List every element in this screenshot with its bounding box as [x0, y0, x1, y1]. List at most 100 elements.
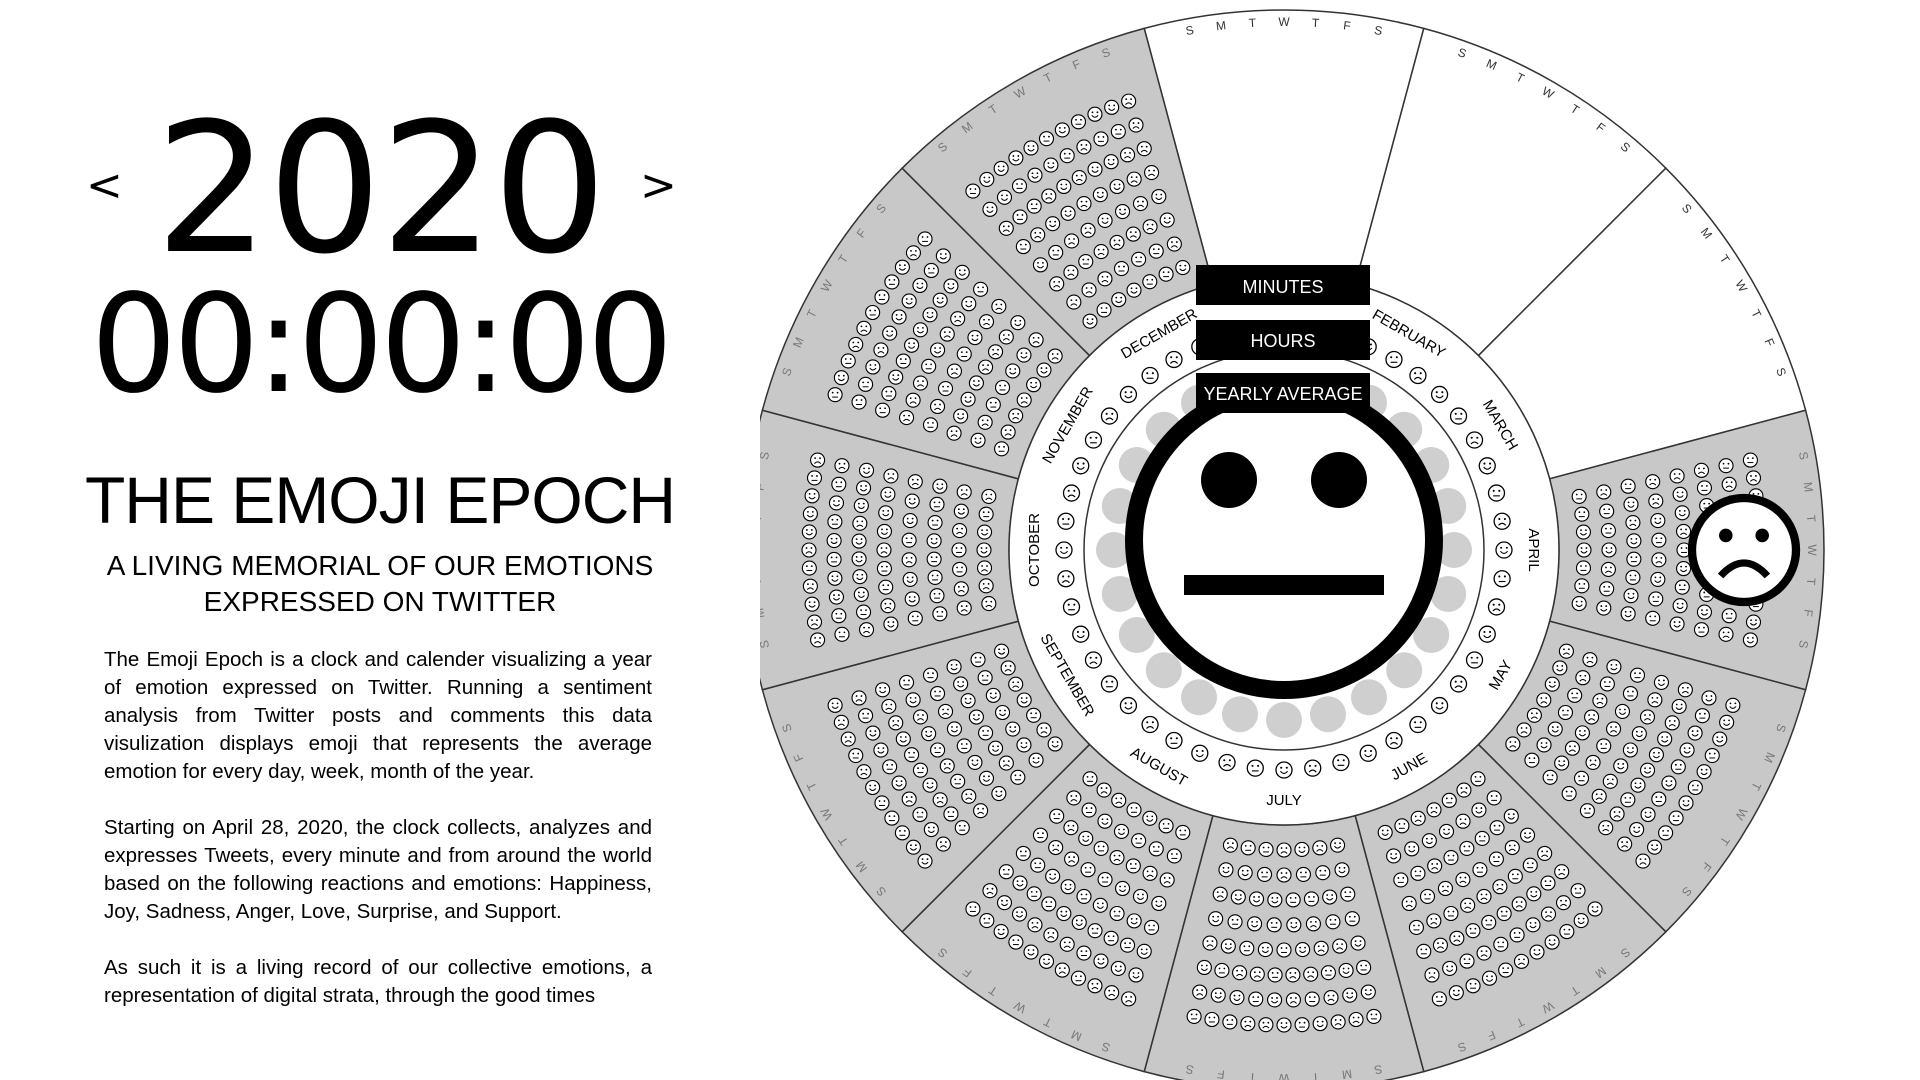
day-emoji-icon	[865, 725, 881, 741]
day-emoji-icon	[1419, 888, 1436, 905]
yearly-average-button-label[interactable]: YEARLY AVERAGE	[1203, 384, 1362, 404]
day-emoji-icon	[1564, 740, 1581, 756]
day-emoji-icon	[1087, 106, 1103, 122]
day-emoji-icon	[1060, 205, 1076, 221]
day-emoji-icon	[977, 414, 993, 430]
page-subtitle: A LIVING MEMORIAL OF OUR EMOTIONS EXPRES…	[0, 548, 760, 620]
day-emoji-icon	[1186, 1008, 1202, 1024]
day-emoji-icon	[985, 687, 1001, 703]
day-emoji-icon	[1651, 791, 1667, 807]
day-emoji-icon	[891, 309, 907, 325]
next-year-button[interactable]: >	[640, 160, 677, 211]
day-emoji-icon	[1745, 470, 1762, 486]
day-emoji-icon	[1648, 493, 1664, 509]
day-emoji-icon	[904, 493, 920, 509]
day-emoji-icon	[1356, 959, 1372, 976]
day-emoji-icon	[898, 674, 915, 690]
weekday-label: W	[760, 544, 763, 556]
week-emoji-icon	[1072, 625, 1090, 643]
day-emoji-icon	[1591, 788, 1607, 804]
day-emoji-icon	[1470, 771, 1486, 787]
day-emoji-icon	[1393, 872, 1409, 888]
day-emoji-icon	[1332, 938, 1348, 954]
day-emoji-icon	[1404, 841, 1420, 857]
day-emoji-icon	[875, 402, 891, 418]
day-emoji-icon	[1554, 755, 1570, 771]
day-emoji-icon	[1325, 914, 1341, 930]
day-emoji-icon	[1526, 886, 1542, 902]
day-emoji-icon	[1032, 827, 1049, 843]
day-emoji-icon	[991, 298, 1007, 315]
day-emoji-icon	[1557, 704, 1574, 721]
day-emoji-icon	[1626, 551, 1642, 567]
week-emoji-icon	[1359, 744, 1377, 762]
day-emoji-icon	[1342, 987, 1358, 1003]
day-emoji-icon	[1064, 851, 1080, 867]
day-emoji-icon	[1093, 244, 1109, 260]
day-emoji-icon	[1158, 266, 1174, 282]
hours-button-label[interactable]: HOURS	[1250, 331, 1315, 351]
day-emoji-icon	[834, 626, 850, 642]
day-emoji-icon	[894, 825, 910, 841]
day-emoji-icon	[901, 293, 917, 309]
day-emoji-icon	[827, 570, 843, 586]
week-emoji-icon	[1072, 457, 1090, 475]
day-emoji-icon	[1005, 721, 1021, 737]
day-emoji-icon	[895, 731, 911, 747]
weekday-label: M	[1801, 481, 1816, 493]
week-emoji-icon	[1409, 715, 1427, 734]
week-emoji-icon	[1062, 598, 1081, 616]
minutes-button[interactable]: MINUTES	[1196, 265, 1370, 305]
day-emoji-icon	[956, 600, 972, 616]
day-emoji-icon	[1340, 886, 1356, 902]
day-emoji-icon	[856, 764, 872, 780]
day-emoji-icon	[1028, 332, 1044, 348]
day-emoji-icon	[1401, 895, 1417, 912]
day-emoji-icon	[851, 533, 867, 549]
yearly-average-button[interactable]: YEARLY AVERAGE	[1196, 373, 1370, 413]
minutes-button-label[interactable]: MINUTES	[1243, 277, 1324, 297]
day-emoji-icon	[1071, 914, 1087, 930]
day-emoji-icon	[1087, 923, 1103, 939]
day-emoji-icon	[1620, 478, 1636, 494]
day-emoji-icon	[1598, 820, 1614, 836]
day-emoji-icon	[1614, 703, 1631, 720]
day-emoji-icon	[1625, 514, 1641, 531]
day-emoji-icon	[1080, 222, 1096, 238]
day-emoji-icon	[1012, 875, 1028, 891]
day-emoji-icon	[968, 709, 984, 725]
day-emoji-icon	[1536, 692, 1552, 708]
day-emoji-icon	[1408, 919, 1424, 936]
description-paragraph: Starting on April 28, 2020, the clock co…	[104, 816, 652, 923]
hours-button[interactable]: HOURS	[1196, 320, 1370, 360]
weekday-label: W	[1278, 1071, 1290, 1080]
week-emoji-icon	[1493, 570, 1511, 588]
day-emoji-icon	[1056, 905, 1072, 922]
day-emoji-icon	[1344, 911, 1360, 927]
week-emoji-icon	[1057, 570, 1075, 588]
day-emoji-icon	[828, 589, 845, 605]
week-emoji-icon	[1165, 350, 1183, 369]
day-emoji-icon	[1416, 943, 1432, 959]
day-emoji-icon	[1249, 966, 1265, 982]
description-paragraph: The Emoji Epoch is a clock and calender …	[104, 648, 652, 783]
day-emoji-icon	[1159, 872, 1175, 888]
week-emoji-icon	[1100, 407, 1119, 425]
day-emoji-icon	[1540, 906, 1557, 922]
day-emoji-icon	[912, 806, 928, 823]
day-emoji-icon	[1136, 141, 1152, 157]
day-emoji-icon	[979, 913, 995, 929]
day-emoji-icon	[1718, 626, 1734, 642]
day-emoji-icon	[1132, 195, 1149, 212]
day-emoji-icon	[1066, 294, 1082, 310]
day-emoji-icon	[1237, 865, 1253, 881]
day-emoji-icon	[1651, 532, 1667, 548]
day-emoji-icon	[1111, 292, 1127, 308]
day-emoji-icon	[1522, 857, 1538, 873]
day-emoji-icon	[970, 432, 986, 448]
day-emoji-icon	[978, 314, 995, 330]
day-emoji-icon	[905, 692, 921, 708]
day-emoji-icon	[1082, 313, 1098, 329]
weekday-label: T	[1311, 1070, 1320, 1080]
day-emoji-icon	[1070, 114, 1087, 130]
